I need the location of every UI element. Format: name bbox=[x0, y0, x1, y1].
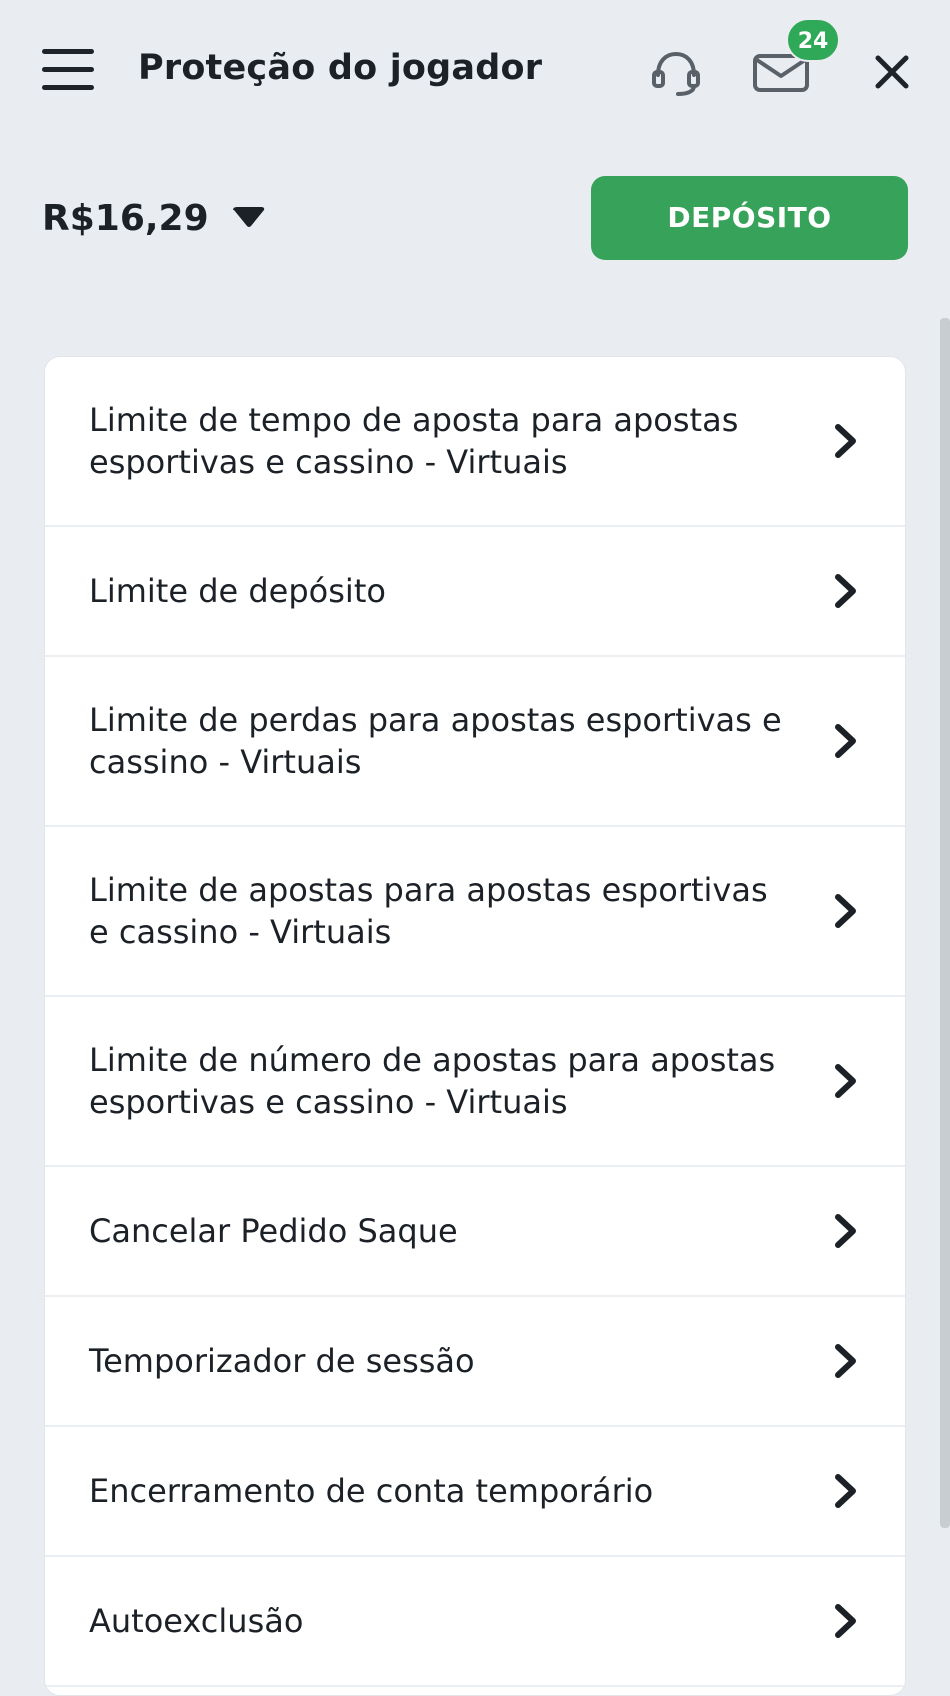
menu-item-label: Limite de apostas para apostas esportiva… bbox=[89, 871, 768, 951]
menu-item-bet-count-limit[interactable]: Limite de número de apostas para apostas… bbox=[45, 997, 905, 1167]
scrollbar[interactable] bbox=[940, 318, 950, 1528]
player-protection-menu: Limite de tempo de aposta para apostas e… bbox=[44, 356, 906, 1696]
menu-item-self-exclusion[interactable]: Autoexclusão bbox=[45, 1557, 905, 1687]
chevron-right-icon bbox=[835, 1064, 856, 1098]
menu-item-session-timer[interactable]: Temporizador de sessão bbox=[45, 1297, 905, 1427]
menu-item-label: Cancelar Pedido Saque bbox=[89, 1212, 458, 1250]
menu-item-temporary-account-closure[interactable]: Encerramento de conta temporário bbox=[45, 1427, 905, 1557]
chevron-right-icon bbox=[835, 1604, 856, 1638]
menu-item-label: Limite de tempo de aposta para apostas e… bbox=[89, 401, 739, 481]
menu-item-loss-limit[interactable]: Limite de perdas para apostas esportivas… bbox=[45, 657, 905, 827]
menu-item-bet-limit[interactable]: Limite de apostas para apostas esportiva… bbox=[45, 827, 905, 997]
menu-item-label: Temporizador de sessão bbox=[89, 1342, 475, 1380]
chevron-right-icon bbox=[835, 1344, 856, 1378]
page-title: Proteção do jogador bbox=[138, 48, 543, 88]
menu-item-label: Limite de depósito bbox=[89, 572, 386, 610]
deposit-button[interactable]: DEPÓSITO bbox=[591, 176, 908, 260]
balance-value: R$16,29 bbox=[42, 197, 209, 239]
balance-dropdown[interactable]: R$16,29 bbox=[42, 194, 267, 242]
chevron-right-icon bbox=[835, 1214, 856, 1248]
chevron-right-icon bbox=[835, 1474, 856, 1508]
headset-icon[interactable] bbox=[648, 48, 704, 98]
chevron-right-icon bbox=[835, 424, 856, 458]
menu-item-label: Limite de perdas para apostas esportivas… bbox=[89, 701, 782, 781]
menu-item-bet-time-limit[interactable]: Limite de tempo de aposta para apostas e… bbox=[45, 357, 905, 527]
caret-down-icon bbox=[231, 206, 267, 230]
menu-item-deposit-limit[interactable]: Limite de depósito bbox=[45, 527, 905, 657]
chevron-right-icon bbox=[835, 894, 856, 928]
header: Proteção do jogador 24 bbox=[0, 0, 950, 140]
menu-icon[interactable] bbox=[40, 46, 96, 94]
chevron-right-icon bbox=[835, 724, 856, 758]
chevron-right-icon bbox=[835, 574, 856, 608]
close-icon[interactable] bbox=[872, 52, 912, 92]
menu-item-label: Encerramento de conta temporário bbox=[89, 1472, 654, 1510]
mail-badge: 24 bbox=[786, 18, 840, 62]
menu-item-cancel-withdrawal[interactable]: Cancelar Pedido Saque bbox=[45, 1167, 905, 1297]
menu-item-label: Limite de número de apostas para apostas… bbox=[89, 1041, 776, 1121]
menu-item-label: Autoexclusão bbox=[89, 1602, 304, 1640]
